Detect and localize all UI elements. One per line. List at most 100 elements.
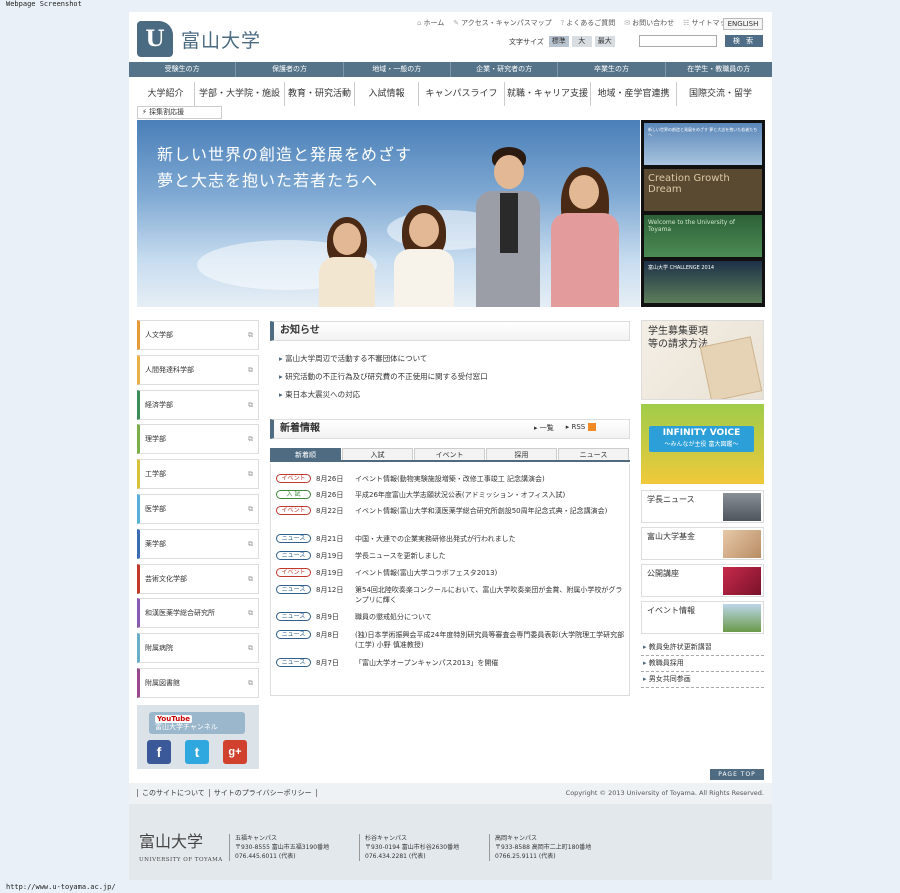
tab-events[interactable]: イベント — [414, 448, 485, 460]
link-staff-recruitment[interactable]: 教職員採用 — [641, 656, 764, 672]
dept-art-design[interactable]: 芸術文化学部 ⧉ — [137, 563, 259, 594]
audience-nav: 受験生の方 保護者の方 地域・一般の方 企業・研究者の方 卒業生の方 在学生・教… — [129, 62, 772, 77]
news-row[interactable]: ニュース 8月12日 第54回北陸吹奏楽コンクールにおいて、富山大学吹奏楽団が金賞、… — [276, 585, 626, 605]
news-row[interactable]: イベント 8月22日 イベント情報(富山大学和漢医薬学総合研究所創設50周年記念式典… — [276, 506, 626, 516]
main-nav-admissions[interactable]: 入試情報 — [355, 82, 419, 106]
dept-science[interactable]: 理学部 ⧉ — [137, 424, 259, 455]
english-button[interactable]: ENGLISH — [723, 18, 763, 30]
news-date: 8月26日 — [316, 491, 344, 499]
news-date: 8月12日 — [316, 586, 344, 594]
tab-news[interactable]: ニュース — [558, 448, 629, 460]
link-gender-equality[interactable]: 男女共同参画 — [641, 672, 764, 688]
main-nav-international[interactable]: 国際交流・留学 — [677, 82, 764, 106]
dept-wakan-institute[interactable]: 和漢医薬学総合研究所 ⧉ — [137, 598, 259, 629]
util-link-access[interactable]: ✎ アクセス・キャンパスマップ — [453, 18, 551, 28]
rss-icon — [588, 423, 597, 431]
news-row[interactable]: ニュース 8月19日 学長ニュースを更新しました — [276, 551, 626, 561]
site-logo[interactable]: U 富山大学 — [137, 20, 287, 58]
twitter-icon[interactable]: t — [185, 740, 209, 764]
news-row[interactable]: ニュース 8月7日 「富山大学オープンキャンパス2013」を開催 — [276, 658, 626, 668]
recruitment-banner[interactable]: 学生募集要項等の請求方法 — [641, 320, 764, 400]
news-title: 学長ニュースを更新しました — [355, 552, 446, 560]
news-list: イベント 8月26日 イベント情報(動物実験施設増築・改修工事竣工 記念講演会) 入… — [270, 464, 630, 696]
hero-thumb-3[interactable]: Welcome to the University of Toyama — [644, 215, 762, 257]
footer-link-privacy[interactable]: サイトのプライバシーポリシー — [208, 789, 317, 797]
font-size-switcher: 文字サイズ 標準 大 最大 — [509, 36, 615, 47]
audience-nav-alumni[interactable]: 卒業生の方 — [558, 62, 666, 77]
sub-nav-item[interactable]: ⚡ 採集割応援 — [137, 106, 222, 119]
dept-engineering[interactable]: 工学部 ⧉ — [137, 459, 259, 490]
audience-nav-community[interactable]: 地域・一般の方 — [344, 62, 451, 77]
news-row[interactable]: イベント 8月19日 イベント情報(富山大学コラボフェスタ2013) — [276, 568, 626, 578]
search-button[interactable]: 検 索 — [725, 35, 763, 47]
hero-banner[interactable]: 新しい世界の創造と発展をめざす 夢と大志を抱いた若者たちへ — [137, 120, 640, 307]
news-date: 8月22日 — [316, 507, 344, 515]
event-info-link[interactable]: イベント情報 — [641, 601, 764, 634]
book-photo — [723, 567, 761, 595]
tab-latest[interactable]: 新着順 — [270, 448, 341, 460]
news-row[interactable]: 入 試 8月26日 平成26年度富山大学志願状況公表(アドミッション・オフィス入試) — [276, 490, 626, 500]
footer-link-about[interactable]: このサイトについて — [137, 789, 209, 797]
audience-nav-examinees[interactable]: 受験生の方 — [129, 62, 237, 77]
dept-humanities[interactable]: 人文学部 ⧉ — [137, 320, 259, 350]
font-size-standard-button[interactable]: 標準 — [548, 36, 569, 47]
open-lecture-link[interactable]: 公開講座 — [641, 564, 764, 597]
notice-heading: お知らせ — [270, 321, 630, 341]
util-link-contact[interactable]: ✉ お問い合わせ — [624, 18, 674, 28]
news-title: 平成26年度富山大学志願状況公表(アドミッション・オフィス入試) — [355, 491, 566, 499]
page-top-button[interactable]: PAGE TOP — [710, 769, 764, 780]
hero-thumb-2[interactable]: Creation Growth Dream — [644, 169, 762, 211]
hero-thumb-4[interactable]: 富山大学 CHALLENGE 2014 — [644, 261, 762, 303]
news-row[interactable]: ニュース 8月9日 職員の懲戒処分について — [276, 612, 626, 622]
font-size-large-button[interactable]: 大 — [571, 36, 592, 47]
right-link-list: 教員免許状更新講習 教職員採用 男女共同参画 — [641, 640, 764, 688]
font-size-largest-button[interactable]: 最大 — [594, 36, 615, 47]
main-nav-research[interactable]: 教育・研究活動 — [285, 82, 355, 106]
tab-admissions[interactable]: 入試 — [342, 448, 413, 460]
dept-pharmacy[interactable]: 薬学部 ⧉ — [137, 528, 259, 559]
link-license-renewal[interactable]: 教員免許状更新講習 — [641, 640, 764, 656]
news-date: 8月26日 — [316, 475, 344, 483]
sitemap-icon: ☷ — [683, 19, 690, 27]
notice-item[interactable]: 東日本大震災への対応 — [279, 386, 488, 404]
search-input[interactable] — [639, 35, 717, 47]
hero-thumb-1[interactable]: 新しい世界の創造と発展をめざす 夢と大志を抱いた若者たちへ — [644, 123, 762, 165]
dept-hospital[interactable]: 附属病院 ⧉ — [137, 633, 259, 664]
news-row[interactable]: イベント 8月26日 イベント情報(動物実験施設増築・改修工事竣工 記念講演会) — [276, 474, 626, 484]
facebook-icon[interactable]: f — [147, 740, 171, 764]
util-link-home[interactable]: ⌂ ホーム — [417, 18, 444, 28]
dept-library[interactable]: 附属図書館 ⧉ — [137, 667, 259, 698]
tab-recruitment[interactable]: 採用 — [486, 448, 557, 460]
president-news-link[interactable]: 学長ニュース — [641, 490, 764, 523]
sns-box: YouTube 富山大学チャンネル f t g+ — [137, 705, 259, 769]
main-nav-about[interactable]: 大学紹介 — [137, 82, 195, 106]
news-row[interactable]: ニュース 8月21日 中国・大連での企業実務研修出発式が行われました — [276, 534, 626, 544]
util-link-faq[interactable]: ? よくあるご質問 — [561, 18, 616, 28]
audience-nav-companies[interactable]: 企業・研究者の方 — [451, 62, 559, 77]
external-link-icon: ⧉ — [248, 678, 253, 687]
dept-medicine[interactable]: 医学部 ⧉ — [137, 493, 259, 524]
main-nav-industry[interactable]: 地域・産学官連携 — [591, 82, 677, 106]
main-nav-career[interactable]: 就職・キャリア支援 — [505, 82, 591, 106]
youtube-channel-link[interactable]: YouTube 富山大学チャンネル — [149, 712, 245, 734]
rss-link[interactable]: ▸ RSS — [566, 423, 597, 433]
hero-person — [472, 147, 544, 307]
audience-nav-parents[interactable]: 保護者の方 — [236, 62, 344, 77]
infinity-voice-banner[interactable]: INFINITY VOICE ～みんなが主役 富大図鑑～ — [641, 404, 764, 484]
home-icon: ⌂ — [417, 19, 422, 27]
googleplus-icon[interactable]: g+ — [223, 740, 247, 764]
news-row[interactable]: ニュース 8月8日 (独)日本学術振興会平成24年度特別研究員等審査会専門委員表彰(… — [276, 630, 626, 650]
news-title: イベント情報(動物実験施設増築・改修工事竣工 記念講演会) — [355, 475, 545, 483]
notice-item[interactable]: 研究活動の不正行為及び研究費の不正使用に関する受付窓口 — [279, 368, 488, 386]
dept-economics[interactable]: 経済学部 ⧉ — [137, 389, 259, 420]
main-nav-faculties[interactable]: 学部・大学院・施設 — [195, 82, 285, 106]
hero-line-2: 夢と大志を抱いた若者たちへ — [157, 171, 379, 190]
dept-human-development[interactable]: 人間発達科学部 ⧉ — [137, 354, 259, 385]
news-list-link[interactable]: ▸ 一覧 — [534, 423, 554, 433]
audience-nav-students-staff[interactable]: 在学生・教職員の方 — [666, 62, 772, 77]
notice-item[interactable]: 富山大学周辺で活動する不審団体について — [279, 350, 488, 368]
fund-link[interactable]: 富山大学基金 — [641, 527, 764, 560]
external-link-icon: ⧉ — [248, 470, 253, 479]
campus-info-takaoka: 高岡キャンパス 〒933-8588 高岡市二上町180番地 0766.25.91… — [489, 834, 591, 861]
main-nav-campus-life[interactable]: キャンパスライフ — [419, 82, 505, 106]
